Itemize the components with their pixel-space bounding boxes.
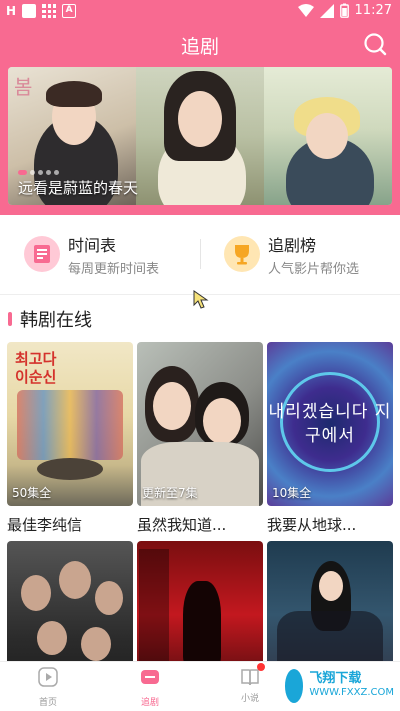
mouse-cursor-icon	[193, 290, 209, 309]
nav-label: 小说	[240, 694, 259, 704]
drama-poster: 최고다 이순신 50集全	[7, 342, 133, 506]
ranking-subtitle: 人气影片帮你选	[268, 261, 360, 277]
tv-icon	[141, 670, 159, 684]
episode-badge: 10集全	[272, 486, 312, 500]
grid-icon	[42, 4, 57, 18]
drama-poster: 내리겠습니다 지구에서 10集全	[267, 342, 393, 506]
watermark-url: WWW.FXXZ.COM	[309, 687, 394, 698]
trophy-icon	[224, 236, 260, 272]
nav-drama[interactable]: 追剧	[120, 666, 180, 708]
page-title: 追剧	[180, 36, 219, 58]
ranking-title: 追剧榜	[268, 235, 317, 255]
drama-card[interactable]: 최고다 이순신 50集全 最佳李纯信	[7, 342, 133, 535]
divider	[200, 239, 201, 269]
status-icons-right: 11:27	[297, 3, 392, 18]
section-header: 韩剧在线	[8, 306, 92, 332]
ranking-entry[interactable]: 追剧榜 人气影片帮你选	[224, 229, 359, 279]
episode-badge: 50集全	[12, 486, 52, 500]
drama-card[interactable]: 내리겠습니다 지구에서 10集全 我要从地球...	[267, 342, 393, 535]
carrier-icon: H	[6, 4, 17, 18]
notification-icon	[22, 4, 37, 18]
nav-label: 追剧	[140, 698, 159, 708]
title-bar: 追剧	[0, 26, 400, 62]
signal-icon	[319, 3, 334, 18]
banner-panel-2	[136, 67, 264, 205]
episode-badge: 更新至7集	[142, 486, 198, 500]
banner-carousel[interactable]: 봄 远看是蔚蓝的春天	[8, 67, 392, 205]
banner-caption: 远看是蔚蓝的春天	[18, 179, 139, 197]
poster-title: 봄	[14, 75, 33, 99]
nav-home[interactable]: 首页	[18, 666, 78, 708]
drama-title: 我要从地球...	[267, 516, 357, 534]
drama-title: 最佳李纯信	[7, 516, 83, 534]
watermark: 飞翔下载 WWW.FXXZ.COM	[282, 666, 394, 706]
schedule-subtitle: 每周更新时间表	[68, 261, 160, 277]
section-title: 韩剧在线	[20, 310, 92, 331]
app-notification-icon: A	[62, 4, 77, 18]
poster-title: 내리겠습니다 지구에서	[268, 402, 392, 446]
nav-label: 首页	[38, 698, 57, 708]
status-icons-left: H A	[6, 4, 77, 18]
carousel-indicator	[18, 170, 59, 175]
battery-icon	[339, 3, 349, 18]
nav-novel[interactable]: 小说	[220, 663, 280, 704]
drama-title: 虽然我知道...	[137, 516, 227, 534]
schedule-title: 时间表	[68, 235, 117, 255]
wifi-icon	[297, 3, 314, 17]
drama-poster: 更新至7集	[137, 342, 263, 506]
calendar-icon	[24, 236, 60, 272]
play-icon	[38, 667, 58, 687]
watermark-logo-icon	[285, 669, 304, 703]
search-icon[interactable]	[362, 31, 388, 57]
drama-card[interactable]: 更新至7集 虽然我知道...	[137, 342, 263, 535]
schedule-entry[interactable]: 时间表 每周更新时间表	[24, 229, 159, 279]
watermark-title: 飞翔下载	[309, 671, 362, 686]
banner-panel-3	[264, 67, 392, 205]
quick-entries: 时间表 每周更新时间表 追剧榜 人气影片帮你选	[0, 225, 400, 285]
section-accent-bar	[8, 312, 12, 326]
notification-badge	[257, 663, 265, 671]
status-bar: H A 11:27	[0, 0, 400, 24]
clock: 11:27	[354, 3, 392, 18]
poster-title: 최고다 이순신	[15, 350, 57, 386]
